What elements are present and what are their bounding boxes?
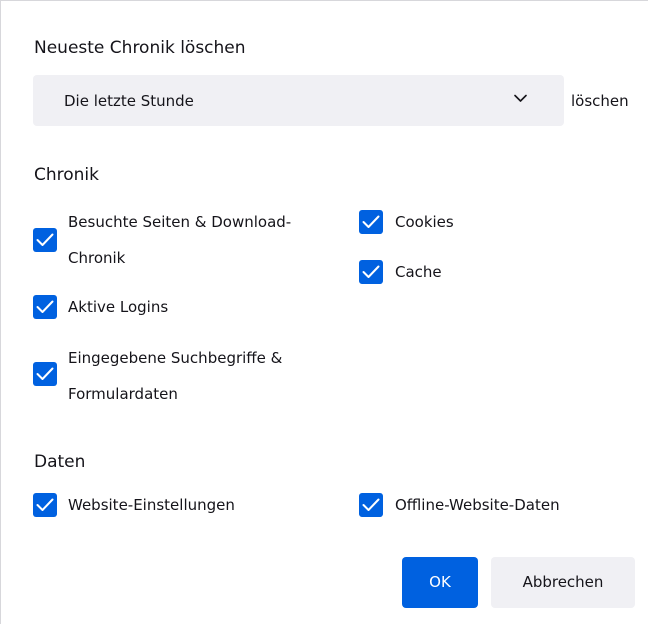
time-range-suffix: löschen [571,92,629,110]
checkbox-check-icon[interactable] [359,210,383,234]
history-section-heading: Chronik [34,165,100,185]
checkbox-label: Chronik [68,249,126,267]
checkbox-check-icon[interactable] [359,493,383,517]
ok-button[interactable]: OK [402,557,478,608]
checkbox-label: Cookies [395,213,454,231]
time-range-value: Die letzte Stunde [64,92,194,110]
checkbox-check-icon[interactable] [33,228,57,252]
data-section-heading: Daten [34,452,86,472]
dialog-title: Neueste Chronik löschen [34,38,246,58]
checkbox-label: Besuchte Seiten & Download- [68,213,292,231]
checkbox-label: Eingegebene Suchbegriffe & [68,349,283,367]
checkbox-check-icon[interactable] [33,362,57,386]
checkbox-label: Formulardaten [68,385,178,403]
checkbox-label: Aktive Logins [68,298,169,316]
checkbox-check-icon[interactable] [33,493,57,517]
cancel-button[interactable]: Abbrechen [491,557,635,608]
checkbox-check-icon[interactable] [33,295,57,319]
chevron-down-icon [514,94,527,102]
checkbox-check-icon[interactable] [359,260,383,284]
checkbox-label: Offline-Website-Daten [395,496,560,514]
clear-history-dialog: Neueste Chronik löschen Die letzte Stund… [0,0,648,624]
time-range-dropdown[interactable]: Die letzte Stunde [33,75,564,126]
checkbox-label: Website-Einstellungen [68,496,235,514]
checkbox-label: Cache [395,263,442,281]
